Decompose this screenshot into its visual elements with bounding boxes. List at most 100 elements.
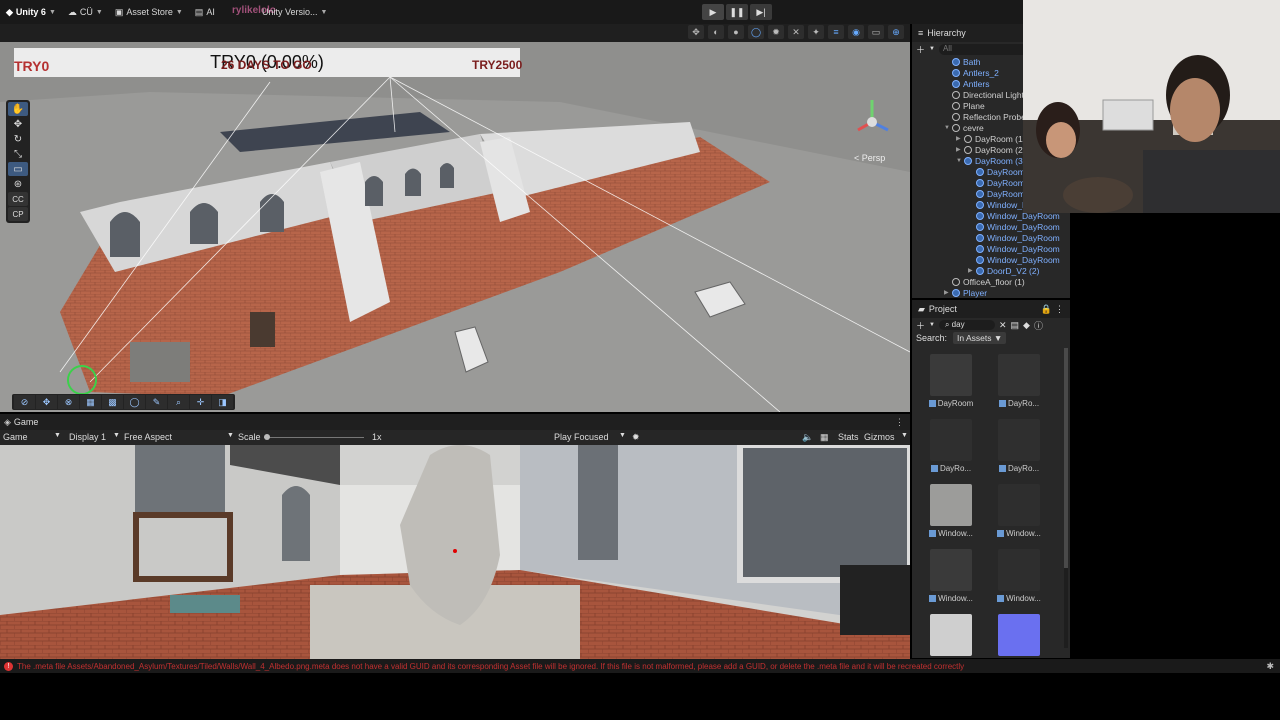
hierarchy-item[interactable]: Window_DayRoom <box>944 232 1070 243</box>
expand-arrow-icon[interactable]: ▶ <box>956 146 964 153</box>
hierarchy-item-label: Window_DayRoom <box>987 232 1060 243</box>
asset-tile[interactable]: Window... <box>922 484 980 538</box>
project-tab[interactable]: ▰ Project 🔒 ⋮ <box>912 300 1070 318</box>
hierarchy-item[interactable]: Window_DayRoom <box>944 254 1070 265</box>
gizmos-dropdown[interactable]: Gizmos <box>864 432 895 442</box>
asset-tile[interactable] <box>922 614 980 656</box>
add-icon[interactable]: ＋ <box>916 319 925 332</box>
asset-store-button[interactable]: ▣ Asset Store ▼ <box>109 0 189 24</box>
project-search-input[interactable]: ⌕ day <box>938 320 995 330</box>
display-dropdown[interactable]: Display 1 <box>69 432 106 442</box>
hierarchy-item-label: OfficeA_floor (1) <box>963 276 1025 287</box>
console-error-message[interactable]: The .meta file Assets/Abandoned_Asylum/T… <box>17 662 1077 671</box>
hierarchy-item[interactable]: ▶ Player <box>944 287 1070 298</box>
shading-lit-icon[interactable]: ◯ <box>748 25 764 39</box>
zoom-icon[interactable]: ⌕ <box>168 395 189 409</box>
more-menu-icon[interactable]: ⋮ <box>1055 304 1064 315</box>
version-control-button[interactable]: Unity Versio... ▼ <box>256 0 333 24</box>
transform-tool-icon[interactable]: ⊛ <box>8 177 28 191</box>
asset-store-label: Asset Store <box>126 7 173 17</box>
asset-tile[interactable]: Window... <box>922 549 980 603</box>
hierarchy-item[interactable]: ▶ DoorD_V2 (2) <box>944 265 1070 276</box>
filter-type-icon[interactable]: ▤ <box>1011 320 1020 331</box>
step-button[interactable]: ▶| <box>750 4 772 20</box>
aspect-dropdown[interactable]: Free Aspect <box>124 432 172 442</box>
grid-visual-icon[interactable]: ▩ <box>102 395 123 409</box>
account-button[interactable]: ☁ CÜ ▼ <box>62 0 109 24</box>
cp-tool-button[interactable]: CP <box>8 207 28 221</box>
grid-axis-icon[interactable]: ⊗ <box>58 395 79 409</box>
hand-tool-icon[interactable]: ✋ <box>8 102 28 116</box>
game-render[interactable] <box>0 445 910 659</box>
layers-icon[interactable]: ◨ <box>212 395 233 409</box>
scene-view[interactable]: ✥ ◐ ● ◯ ✹ ✕ ✦ ≡ ◉ ▭ ⊕ TRY0 (0.00%) TRY0 … <box>0 24 910 412</box>
audio-toggle-icon[interactable]: ✕ <box>788 25 804 39</box>
asset-tile[interactable]: DayRo... <box>990 419 1048 473</box>
asset-tile[interactable]: DayRoom <box>922 354 980 408</box>
filter-label-icon[interactable]: ◆ <box>1023 320 1030 331</box>
overlay-try-right: TRY2500 <box>472 58 523 72</box>
snap-icon[interactable]: ⊘ <box>14 395 35 409</box>
sun-icon[interactable]: ✹ <box>632 432 640 443</box>
gizmos-icon[interactable]: ⊕ <box>888 25 904 39</box>
shading-wire-icon[interactable]: ◐ <box>708 25 724 39</box>
more-menu-icon[interactable]: ⋮ <box>895 417 904 428</box>
mute-audio-icon[interactable]: 🔈 <box>802 432 813 443</box>
hierarchy-item[interactable]: Window_DayRoom <box>944 243 1070 254</box>
console-status-bar[interactable]: ! The .meta file Assets/Abandoned_Asylum… <box>0 659 1280 673</box>
camera-settings-icon[interactable]: ▭ <box>868 25 884 39</box>
info-icon[interactable]: ⓘ <box>1034 319 1043 332</box>
clear-search-icon[interactable]: ✕ <box>999 320 1007 331</box>
expand-arrow-icon[interactable]: ▶ <box>968 267 976 274</box>
play-focused-dropdown[interactable]: Play Focused <box>554 432 609 442</box>
effects-toggle-icon[interactable]: ✦ <box>808 25 824 39</box>
scrollbar[interactable] <box>1064 348 1068 648</box>
orientation-icon[interactable]: ✥ <box>688 25 704 39</box>
scale-tool-icon[interactable]: ⤡ <box>8 147 28 161</box>
grid-toggle-icon[interactable]: ▦ <box>820 432 829 443</box>
hidden-objects-icon[interactable]: ≡ <box>828 25 844 39</box>
pivot-icon[interactable]: ✛ <box>190 395 211 409</box>
move-tool-icon[interactable]: ✥ <box>8 117 28 131</box>
gameobject-icon <box>976 222 984 231</box>
asset-tile[interactable] <box>990 614 1048 656</box>
add-icon[interactable]: ＋ <box>916 43 925 56</box>
asset-tile[interactable]: Window... <box>990 484 1048 538</box>
orientation-gizmo[interactable] <box>850 94 900 149</box>
stats-button[interactable]: Stats <box>838 432 859 442</box>
expand-arrow-icon[interactable]: ▼ <box>944 125 952 131</box>
grid-move-icon[interactable]: ✥ <box>36 395 57 409</box>
grid-icon[interactable]: ▦ <box>80 395 101 409</box>
orbit-icon[interactable]: ◯ <box>124 395 145 409</box>
ai-icon: ▤ <box>194 6 204 17</box>
hierarchy-item[interactable]: OfficeA_floor (1) <box>944 276 1070 287</box>
visibility-icon[interactable]: ◉ <box>848 25 864 39</box>
rotate-tool-icon[interactable]: ↻ <box>8 132 28 146</box>
asset-tile[interactable]: DayRo... <box>922 419 980 473</box>
play-button[interactable]: ▶ <box>702 4 724 20</box>
lock-icon[interactable]: 🔒 <box>1041 304 1052 315</box>
hierarchy-item[interactable]: Window_DayRoom <box>944 221 1070 232</box>
shading-solid-icon[interactable]: ● <box>728 25 744 39</box>
game-mode-dropdown[interactable]: Game <box>3 432 28 442</box>
probe-icon[interactable]: ✎ <box>146 395 167 409</box>
tab-game[interactable]: Game <box>14 417 39 427</box>
expand-arrow-icon[interactable]: ▶ <box>956 135 964 142</box>
rect-tool-icon[interactable]: ▭ <box>8 162 28 176</box>
cc-tool-button[interactable]: CC <box>8 192 28 206</box>
lighting-toggle-icon[interactable]: ✹ <box>768 25 784 39</box>
asset-tile[interactable]: DayRo... <box>990 354 1048 408</box>
pause-button[interactable]: ❚❚ <box>726 4 748 20</box>
spinner-icon: ✱ <box>1266 660 1274 671</box>
persp-label[interactable]: < Persp <box>854 153 885 163</box>
scale-slider-handle[interactable] <box>264 434 270 440</box>
ai-button[interactable]: ▤ AI <box>189 0 221 24</box>
asset-tile[interactable]: Window... <box>990 549 1048 603</box>
unity-menu-button[interactable]: ◆ Unity 6 ▼ <box>0 0 62 24</box>
scale-slider[interactable] <box>264 434 364 440</box>
play-icon: ▶ <box>709 6 717 17</box>
expand-arrow-icon[interactable]: ▼ <box>956 158 964 164</box>
expand-arrow-icon[interactable]: ▶ <box>944 289 952 296</box>
scope-dropdown[interactable]: In Assets ▼ <box>953 332 1007 344</box>
scrollbar-thumb[interactable] <box>1064 348 1068 568</box>
